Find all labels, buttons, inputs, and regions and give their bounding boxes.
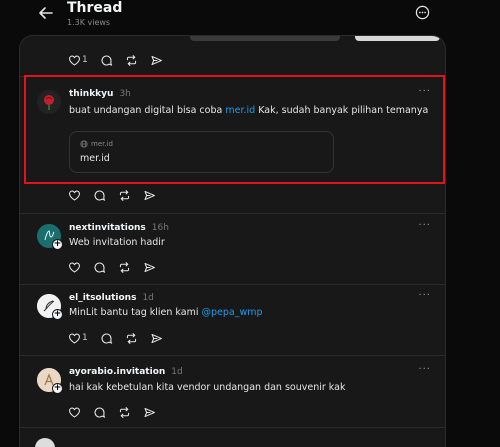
previous-media-strip <box>20 36 445 42</box>
more-options-icon[interactable] <box>415 5 430 20</box>
send-icon <box>144 190 155 200</box>
share-button[interactable] <box>150 332 163 345</box>
repost-icon <box>119 261 130 273</box>
share-button[interactable] <box>143 189 156 202</box>
like-count: 1 <box>82 333 88 343</box>
divider <box>20 213 445 214</box>
comment-icon <box>94 407 106 418</box>
page-title: Thread <box>67 0 123 16</box>
post-actions <box>68 187 168 203</box>
heart-icon <box>69 55 80 66</box>
like-count: 1 <box>82 55 88 65</box>
share-button[interactable] <box>143 261 156 274</box>
repost-button[interactable] <box>125 332 138 345</box>
repost-button[interactable] <box>118 406 131 419</box>
divider <box>20 355 445 356</box>
more-options-icon[interactable]: ··· <box>418 364 431 375</box>
repost-button[interactable] <box>125 54 138 67</box>
more-options-icon[interactable]: ··· <box>418 290 431 301</box>
divider <box>20 284 445 285</box>
reply-post: + el_itsolutions 1d ··· MinLit bantu tag… <box>20 290 445 352</box>
highlight-box <box>24 75 445 184</box>
like-button[interactable]: 1 <box>68 332 88 345</box>
reply-post: + nextinvitations 16h ··· Web invitation… <box>20 220 445 280</box>
follow-plus-icon[interactable]: + <box>52 239 63 250</box>
username[interactable]: ayorabio.invitation <box>69 367 165 377</box>
like-button[interactable] <box>68 189 81 202</box>
comment-icon <box>94 262 106 273</box>
post-text: hai kak kebetulan kita vendor undangan d… <box>69 382 346 393</box>
send-icon <box>151 55 162 65</box>
post-actions <box>68 259 168 275</box>
repost-icon <box>119 406 130 418</box>
title-block: Thread 1.3K views <box>67 0 122 28</box>
more-options-icon[interactable]: ··· <box>418 220 431 231</box>
back-arrow-icon[interactable] <box>36 3 56 23</box>
timestamp: 16h <box>151 223 169 233</box>
heart-icon <box>69 262 80 273</box>
timestamp: 1d <box>171 367 183 377</box>
reply-button[interactable] <box>100 54 113 67</box>
like-button[interactable]: 1 <box>68 54 88 67</box>
heart-icon <box>69 333 80 344</box>
comment-icon <box>94 190 106 201</box>
reply-post: + ayorabio.invitation 1d ··· hai kak keb… <box>20 363 445 423</box>
post-actions <box>68 404 168 420</box>
timestamp: 1d <box>142 293 154 303</box>
heart-icon <box>69 407 80 418</box>
like-button[interactable] <box>68 261 81 274</box>
post-header: ayorabio.invitation 1d <box>69 367 183 377</box>
username[interactable]: el_itsolutions <box>69 293 136 303</box>
comment-icon <box>101 55 112 66</box>
share-button[interactable] <box>143 406 156 419</box>
media-thumbnail[interactable] <box>190 36 340 41</box>
comment-icon <box>101 333 112 344</box>
post-text: Web invitation hadir <box>69 237 165 248</box>
send-icon <box>151 333 162 343</box>
reply-button[interactable] <box>93 189 106 202</box>
share-button[interactable] <box>150 54 163 67</box>
divider <box>20 427 445 428</box>
send-icon <box>144 262 155 272</box>
send-icon <box>144 407 155 417</box>
post-text-part: MinLit bantu tag klien kami <box>69 307 202 318</box>
repost-icon <box>126 332 136 344</box>
post-text: MinLit bantu tag klien kami @pepa_wmp <box>69 307 263 318</box>
like-button[interactable] <box>68 406 81 419</box>
username[interactable]: nextinvitations <box>69 223 146 233</box>
repost-button[interactable] <box>118 189 131 202</box>
mention-link[interactable]: @pepa_wmp <box>202 307 263 318</box>
reply-button[interactable] <box>93 406 106 419</box>
post-actions: 1 <box>68 330 175 346</box>
view-count: 1.3K views <box>67 18 111 27</box>
repost-icon <box>119 189 130 201</box>
heart-icon <box>69 190 80 201</box>
follow-plus-icon[interactable]: + <box>52 309 63 320</box>
post-actions: 1 <box>68 52 175 68</box>
top-bar: Thread 1.3K views <box>0 0 500 38</box>
follow-plus-icon[interactable]: + <box>52 383 63 394</box>
repost-icon <box>126 54 136 66</box>
post-header: el_itsolutions 1d <box>69 293 154 303</box>
post-header: nextinvitations 16h <box>69 223 169 233</box>
reply-button[interactable] <box>93 261 106 274</box>
reply-button[interactable] <box>100 332 113 345</box>
media-thumbnail[interactable] <box>355 36 440 41</box>
repost-button[interactable] <box>118 261 131 274</box>
